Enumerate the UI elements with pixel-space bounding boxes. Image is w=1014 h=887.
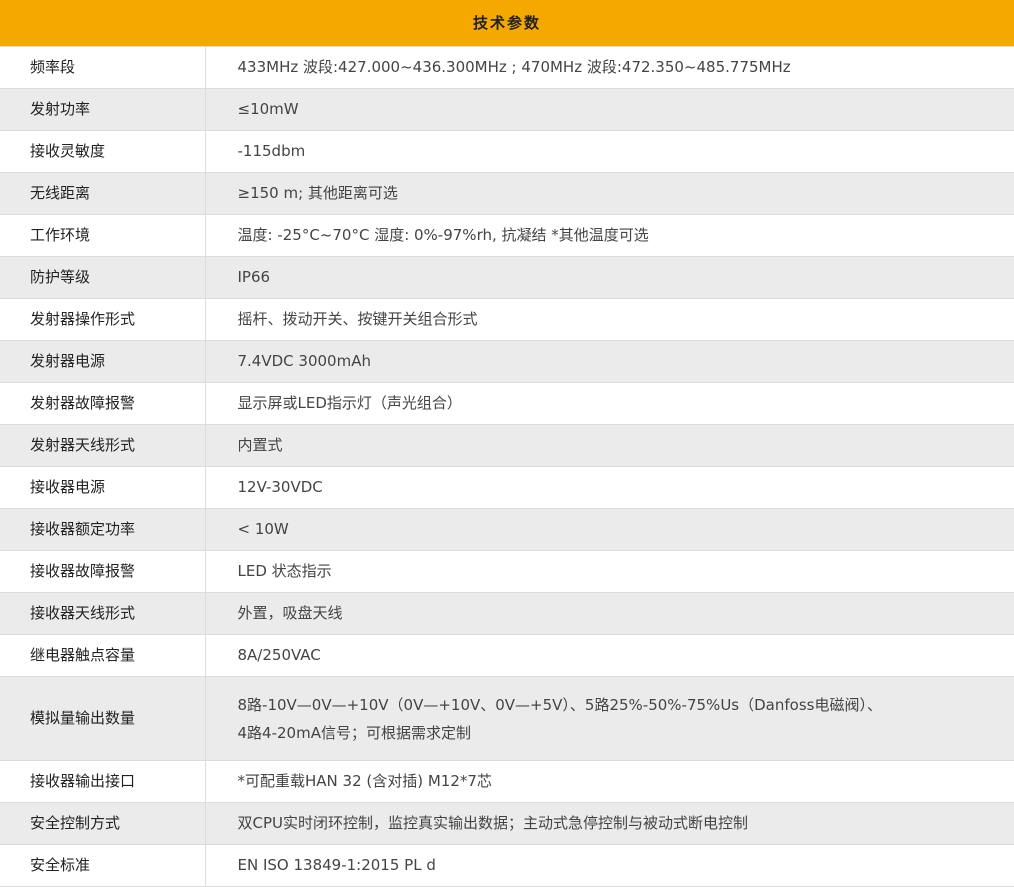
table-row: 接收器故障报警 LED 状态指示 xyxy=(0,550,1014,593)
spec-label: 无线距离 xyxy=(0,172,206,215)
table-row: 接收灵敏度 -115dbm xyxy=(0,130,1014,173)
spec-value: < 10W xyxy=(205,508,1014,551)
spec-value-line: 8路-10V—0V—+10V（0V—+10V、0V—+5V）、5路25%-50%… xyxy=(237,695,882,714)
spec-label: 模拟量输出数量 xyxy=(0,676,206,761)
spec-value: *可配重载HAN 32 (含对插) M12*7芯 xyxy=(205,760,1014,803)
spec-value: ≥150 m; 其他距离可选 xyxy=(205,172,1014,215)
spec-value: -115dbm xyxy=(205,130,1014,173)
spec-label: 发射器电源 xyxy=(0,340,206,383)
spec-value: ≤10mW xyxy=(205,88,1014,131)
spec-label: 接收器额定功率 xyxy=(0,508,206,551)
spec-label: 发射功率 xyxy=(0,88,206,131)
spec-value: 摇杆、拨动开关、按键开关组合形式 xyxy=(205,298,1014,341)
table-row: 继电器触点容量 8A/250VAC xyxy=(0,634,1014,677)
spec-label: 频率段 xyxy=(0,46,206,89)
spec-label: 继电器触点容量 xyxy=(0,634,206,677)
table-row: 无线距离 ≥150 m; 其他距离可选 xyxy=(0,172,1014,215)
spec-label: 接收器电源 xyxy=(0,466,206,509)
spec-label: 发射器天线形式 xyxy=(0,424,206,467)
spec-value-line: 4路4-20mA信号；可根据需求定制 xyxy=(237,723,471,742)
spec-label: 接收器故障报警 xyxy=(0,550,206,593)
spec-label: 发射器操作形式 xyxy=(0,298,206,341)
table-row: 发射功率 ≤10mW xyxy=(0,88,1014,131)
spec-label: 接收器输出接口 xyxy=(0,760,206,803)
table-title: 技术参数 xyxy=(0,0,1014,47)
spec-label: 发射器故障报警 xyxy=(0,382,206,425)
spec-value: EN ISO 13849-1:2015 PL d xyxy=(205,844,1014,887)
table-row: 接收器天线形式 外置，吸盘天线 xyxy=(0,592,1014,635)
spec-label: 接收器天线形式 xyxy=(0,592,206,635)
table-row: 发射器操作形式 摇杆、拨动开关、按键开关组合形式 xyxy=(0,298,1014,341)
spec-table: 技术参数 频率段 433MHz 波段:427.000~436.300MHz ; … xyxy=(0,0,1014,887)
title-row: 技术参数 xyxy=(0,0,1014,47)
spec-label: 工作环境 xyxy=(0,214,206,257)
spec-value: 外置，吸盘天线 xyxy=(205,592,1014,635)
table-row: 安全控制方式 双CPU实时闭环控制，监控真实输出数据；主动式急停控制与被动式断电… xyxy=(0,802,1014,845)
spec-value: 12V-30VDC xyxy=(205,466,1014,509)
spec-value: 内置式 xyxy=(205,424,1014,467)
spec-value: IP66 xyxy=(205,256,1014,299)
spec-label: 接收灵敏度 xyxy=(0,130,206,173)
spec-value: 7.4VDC 3000mAh xyxy=(205,340,1014,383)
table-row: 防护等级 IP66 xyxy=(0,256,1014,299)
spec-value: 双CPU实时闭环控制，监控真实输出数据；主动式急停控制与被动式断电控制 xyxy=(205,802,1014,845)
spec-value: 433MHz 波段:427.000~436.300MHz ; 470MHz 波段… xyxy=(205,46,1014,89)
spec-label: 防护等级 xyxy=(0,256,206,299)
table-row: 发射器天线形式 内置式 xyxy=(0,424,1014,467)
table-row: 接收器电源 12V-30VDC xyxy=(0,466,1014,509)
table-row: 接收器额定功率 < 10W xyxy=(0,508,1014,551)
table-row: 工作环境 温度: -25°C~70°C 湿度: 0%-97%rh, 抗凝结 *其… xyxy=(0,214,1014,257)
spec-label: 安全标准 xyxy=(0,844,206,887)
spec-label: 安全控制方式 xyxy=(0,802,206,845)
table-row: 模拟量输出数量 8路-10V—0V—+10V（0V—+10V、0V—+5V）、5… xyxy=(0,676,1014,761)
table-row: 安全标准 EN ISO 13849-1:2015 PL d xyxy=(0,844,1014,887)
table-row: 频率段 433MHz 波段:427.000~436.300MHz ; 470MH… xyxy=(0,46,1014,89)
spec-value: LED 状态指示 xyxy=(205,550,1014,593)
spec-value: 温度: -25°C~70°C 湿度: 0%-97%rh, 抗凝结 *其他温度可选 xyxy=(205,214,1014,257)
table-row: 发射器故障报警 显示屏或LED指示灯（声光组合） xyxy=(0,382,1014,425)
spec-value: 8路-10V—0V—+10V（0V—+10V、0V—+5V）、5路25%-50%… xyxy=(205,676,1014,761)
table-row: 接收器输出接口 *可配重载HAN 32 (含对插) M12*7芯 xyxy=(0,760,1014,803)
spec-value: 显示屏或LED指示灯（声光组合） xyxy=(205,382,1014,425)
spec-value: 8A/250VAC xyxy=(205,634,1014,677)
table-row: 发射器电源 7.4VDC 3000mAh xyxy=(0,340,1014,383)
